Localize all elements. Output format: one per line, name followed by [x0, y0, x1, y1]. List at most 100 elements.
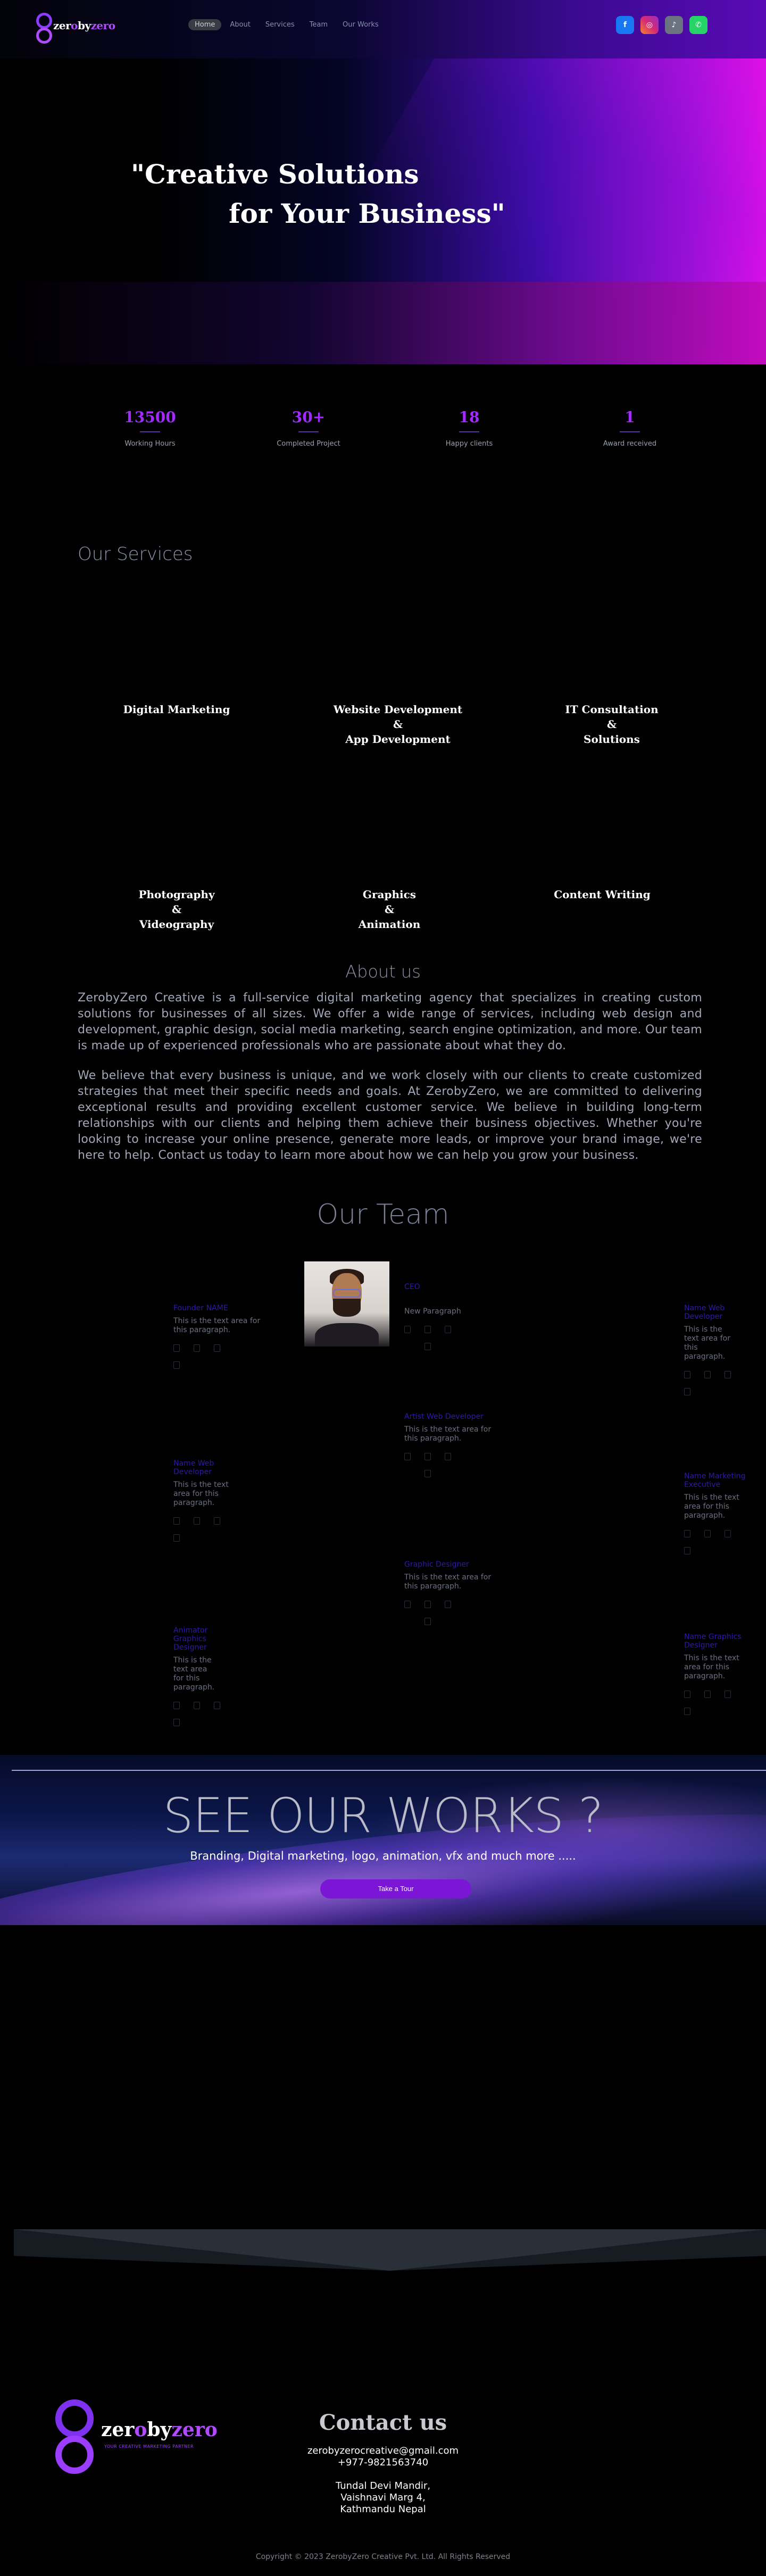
- social-icon[interactable]: [194, 1344, 200, 1352]
- member-name[interactable]: Artist Web Developer: [404, 1412, 495, 1421]
- social-icon[interactable]: [684, 1388, 690, 1395]
- social-icon[interactable]: [173, 1517, 180, 1525]
- service-digital-marketing[interactable]: Digital Marketing: [97, 702, 256, 717]
- member-name[interactable]: Name Graphics Designer: [684, 1633, 743, 1650]
- social-icon[interactable]: [404, 1453, 411, 1460]
- nav-services[interactable]: Services: [259, 19, 301, 30]
- service-label: Videography: [139, 918, 214, 931]
- team-member-artist: Artist Web Developer This is the text ar…: [404, 1412, 495, 1477]
- service-label: Photography: [138, 888, 215, 901]
- social-icon[interactable]: [173, 1702, 180, 1709]
- nav-our-works[interactable]: Our Works: [336, 19, 385, 30]
- top-navbar: zerobyzero Home About Services Team Our …: [0, 0, 766, 58]
- stat-label: Completed Project: [277, 440, 340, 448]
- team-member-ceo: CEO New Paragraph: [404, 1283, 495, 1350]
- social-icon[interactable]: [445, 1453, 451, 1460]
- service-web-app-development[interactable]: Website Development & App Development: [318, 702, 478, 747]
- social-icon[interactable]: [704, 1371, 711, 1378]
- social-icon[interactable]: [445, 1326, 451, 1333]
- social-icon[interactable]: [424, 1470, 431, 1477]
- brand-logo[interactable]: zerobyzero: [34, 12, 115, 45]
- social-icon[interactable]: [424, 1343, 431, 1350]
- stat-label: Award received: [603, 440, 657, 448]
- service-photography-videography[interactable]: Photography & Videography: [97, 887, 256, 932]
- member-name[interactable]: CEO: [404, 1283, 495, 1291]
- hero-title-line2: for Your Business": [229, 198, 505, 229]
- service-content-writing[interactable]: Content Writing: [522, 887, 682, 902]
- service-it-consultation[interactable]: IT Consultation & Solutions: [532, 702, 692, 747]
- social-icon[interactable]: [684, 1371, 690, 1378]
- social-icon[interactable]: [194, 1702, 200, 1709]
- team-member-graphics-designer: Name Graphics Designer This is the text …: [684, 1633, 743, 1715]
- team-member-web-developer-2: Name Web Developer This is the text area…: [173, 1459, 237, 1542]
- social-icon[interactable]: [424, 1453, 431, 1460]
- social-icon[interactable]: [173, 1534, 180, 1542]
- social-icon[interactable]: [404, 1601, 411, 1608]
- works-subtitle: Branding, Digital marketing, logo, anima…: [190, 1850, 576, 1862]
- social-icon[interactable]: [214, 1344, 220, 1352]
- social-icon[interactable]: [404, 1326, 411, 1333]
- member-name[interactable]: Animator Graphics Designer: [173, 1626, 219, 1652]
- social-icon[interactable]: [424, 1601, 431, 1608]
- social-icon[interactable]: [704, 1691, 711, 1698]
- instagram-icon[interactable]: ◎: [640, 16, 659, 34]
- member-bio: This is the text area for this paragraph…: [404, 1425, 492, 1443]
- stat-label: Working Hours: [124, 440, 176, 448]
- member-bio: This is the text area for this paragraph…: [684, 1654, 739, 1680]
- team-member-web-developer: Name Web Developer This is the text area…: [684, 1304, 737, 1395]
- whatsapp-icon[interactable]: ✆: [689, 16, 707, 34]
- social-links: f ◎ ♪ ✆: [616, 16, 707, 34]
- social-icon[interactable]: [725, 1691, 731, 1698]
- contact-email[interactable]: zerobyzerocreative@gmail.com: [277, 2445, 489, 2456]
- member-social-icons: [404, 1453, 463, 1477]
- social-icon[interactable]: [173, 1361, 180, 1369]
- social-icon[interactable]: [684, 1530, 690, 1537]
- member-name[interactable]: Graphic Designer: [404, 1560, 495, 1569]
- social-icon[interactable]: [173, 1344, 180, 1352]
- social-icon[interactable]: [725, 1530, 731, 1537]
- facebook-icon[interactable]: f: [616, 16, 634, 34]
- social-icon[interactable]: [684, 1547, 690, 1554]
- nav-about[interactable]: About: [223, 19, 256, 30]
- social-icon[interactable]: [214, 1517, 220, 1525]
- hero-title-line1: "Creative Solutions: [131, 158, 419, 190]
- social-icon[interactable]: [684, 1691, 690, 1698]
- member-bio: This is the text area for this paragraph…: [173, 1317, 261, 1334]
- social-icon[interactable]: [684, 1708, 690, 1715]
- section-divider-shape: [14, 2229, 766, 2271]
- team-member-founder: Founder NAME This is the text area for t…: [173, 1304, 264, 1369]
- member-name[interactable]: Name Web Developer: [173, 1459, 237, 1476]
- stat-value: 13500: [124, 408, 176, 426]
- nav-team[interactable]: Team: [303, 19, 334, 30]
- take-a-tour-button[interactable]: Take a Tour: [320, 1879, 471, 1898]
- social-icon[interactable]: [194, 1517, 200, 1525]
- tiktok-icon[interactable]: ♪: [665, 16, 683, 34]
- service-label: Website Development: [333, 703, 463, 716]
- member-social-icons: [684, 1371, 732, 1395]
- member-name[interactable]: Founder NAME: [173, 1304, 264, 1312]
- member-bio: This is the text area for this paragraph…: [684, 1325, 731, 1361]
- service-label: Digital Marketing: [123, 703, 230, 716]
- works-banner: SEE OUR WORKS ? Branding, Digital market…: [0, 1755, 766, 1925]
- footer-logo[interactable]: zerobyzero YOUR CREATIVE MARKETING PARTN…: [53, 2397, 223, 2477]
- service-graphics-animation[interactable]: Graphics & Animation: [310, 887, 469, 932]
- social-icon[interactable]: [424, 1326, 431, 1333]
- about-paragraph-1: ZerobyZero Creative is a full-service di…: [78, 991, 702, 1052]
- social-icon[interactable]: [424, 1618, 431, 1625]
- contact-phone[interactable]: +977-9821563740: [277, 2457, 489, 2468]
- member-name[interactable]: Name Web Developer: [684, 1304, 737, 1321]
- team-member-graphic-designer: Graphic Designer This is the text area f…: [404, 1560, 495, 1625]
- social-icon[interactable]: [173, 1719, 180, 1726]
- nav-home[interactable]: Home: [188, 19, 222, 30]
- stat-value: 30+: [292, 408, 326, 426]
- member-social-icons: [404, 1326, 463, 1350]
- team-member-marketing: Name Marketing Executive This is the tex…: [684, 1472, 748, 1554]
- social-icon[interactable]: [704, 1530, 711, 1537]
- service-label: IT Consultation: [565, 703, 659, 716]
- social-icon[interactable]: [445, 1601, 451, 1608]
- social-icon[interactable]: [214, 1702, 220, 1709]
- member-name[interactable]: Name Marketing Executive: [684, 1472, 748, 1489]
- team-title: Our Team: [317, 1199, 449, 1231]
- social-icon[interactable]: [725, 1371, 731, 1378]
- footer-wordmark: zerobyzero: [101, 2419, 218, 2441]
